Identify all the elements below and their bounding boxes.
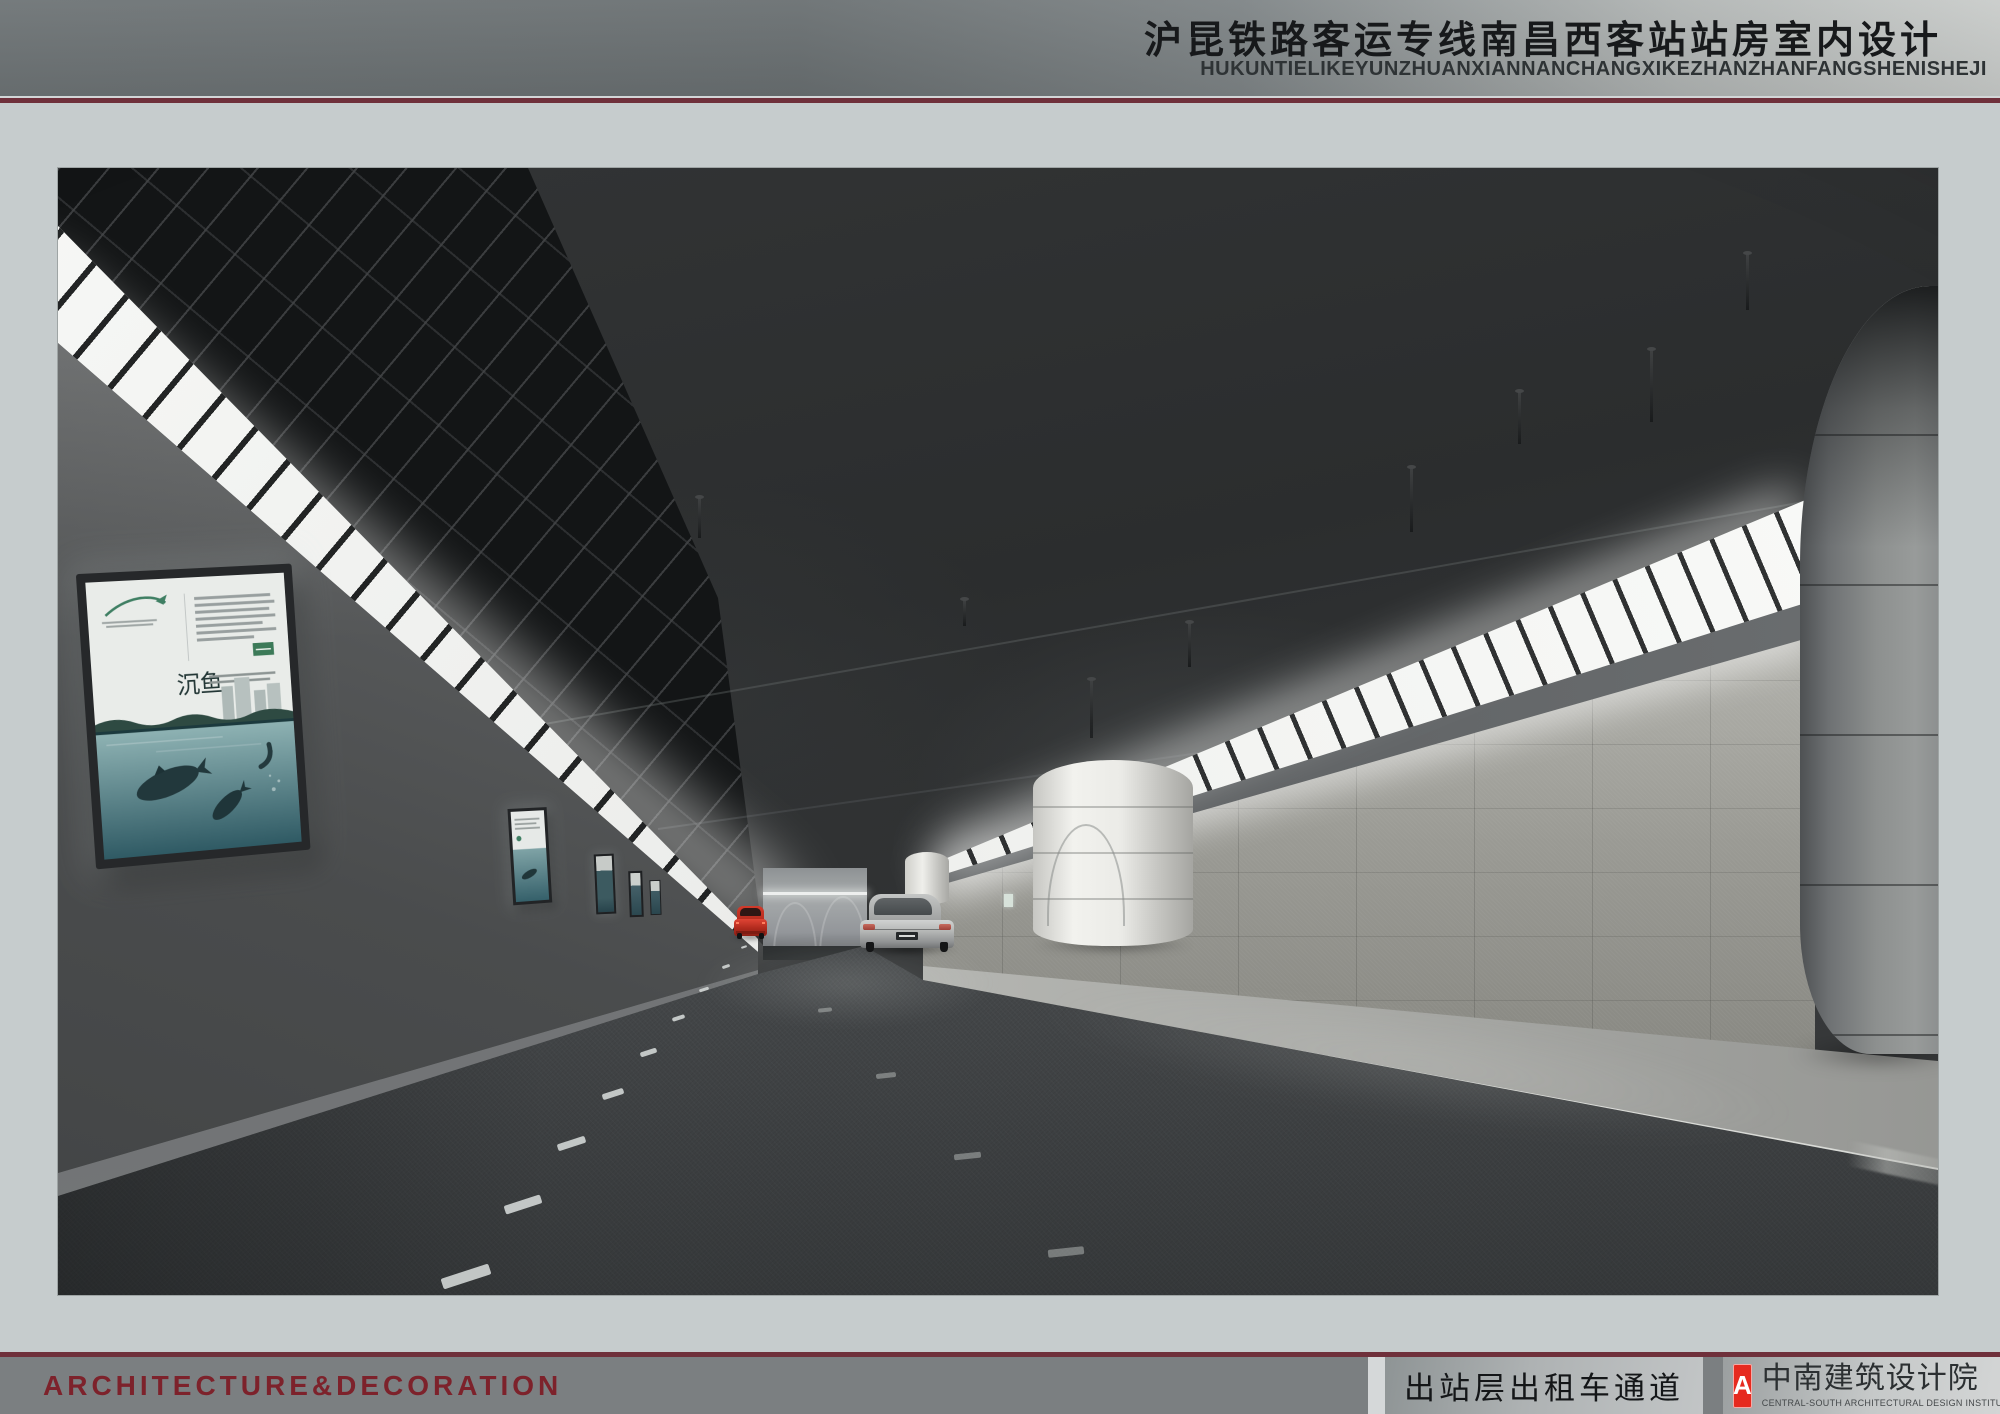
drawing-caption: 出站层出租车通道 <box>1404 1363 1684 1408</box>
institute-name-cn: 中南建筑设计院 <box>1762 1364 2000 1394</box>
page-title: 沪昆铁路客运专线南昌西客站站房室内设计 <box>1144 9 1942 64</box>
institute-logo: A <box>1733 1364 1752 1408</box>
caption-panel: 出站层出租车通道 <box>1385 1357 1703 1414</box>
header-divider-maroon <box>0 98 2000 103</box>
vignette-overlay <box>58 168 1938 1295</box>
footer-separator <box>1368 1357 1385 1414</box>
page-title-pinyin: HUKUNTIELIKEYUNZHUANXIANNANCHANGXIKEZHAN… <box>1200 58 1987 81</box>
rendering-image: 沉鱼 <box>58 168 1938 1295</box>
brand-text: ARCHITECTURE&DECORATION <box>43 1370 562 1402</box>
footer-band: ARCHITECTURE&DECORATION 出站层出租车通道 A 中南建筑设… <box>0 1357 2000 1414</box>
institute-panel: A 中南建筑设计院 CENTRAL-SOUTH ARCHITECTURAL DE… <box>1723 1357 2000 1414</box>
institute-name-en: CENTRAL-SOUTH ARCHITECTURAL DESIGN INSTI… <box>1762 1398 2000 1408</box>
institute-names: 中南建筑设计院 CENTRAL-SOUTH ARCHITECTURAL DESI… <box>1762 1364 2000 1408</box>
header-band: 沪昆铁路客运专线南昌西客站站房室内设计 HUKUNTIELIKEYUNZHUAN… <box>0 0 2000 96</box>
